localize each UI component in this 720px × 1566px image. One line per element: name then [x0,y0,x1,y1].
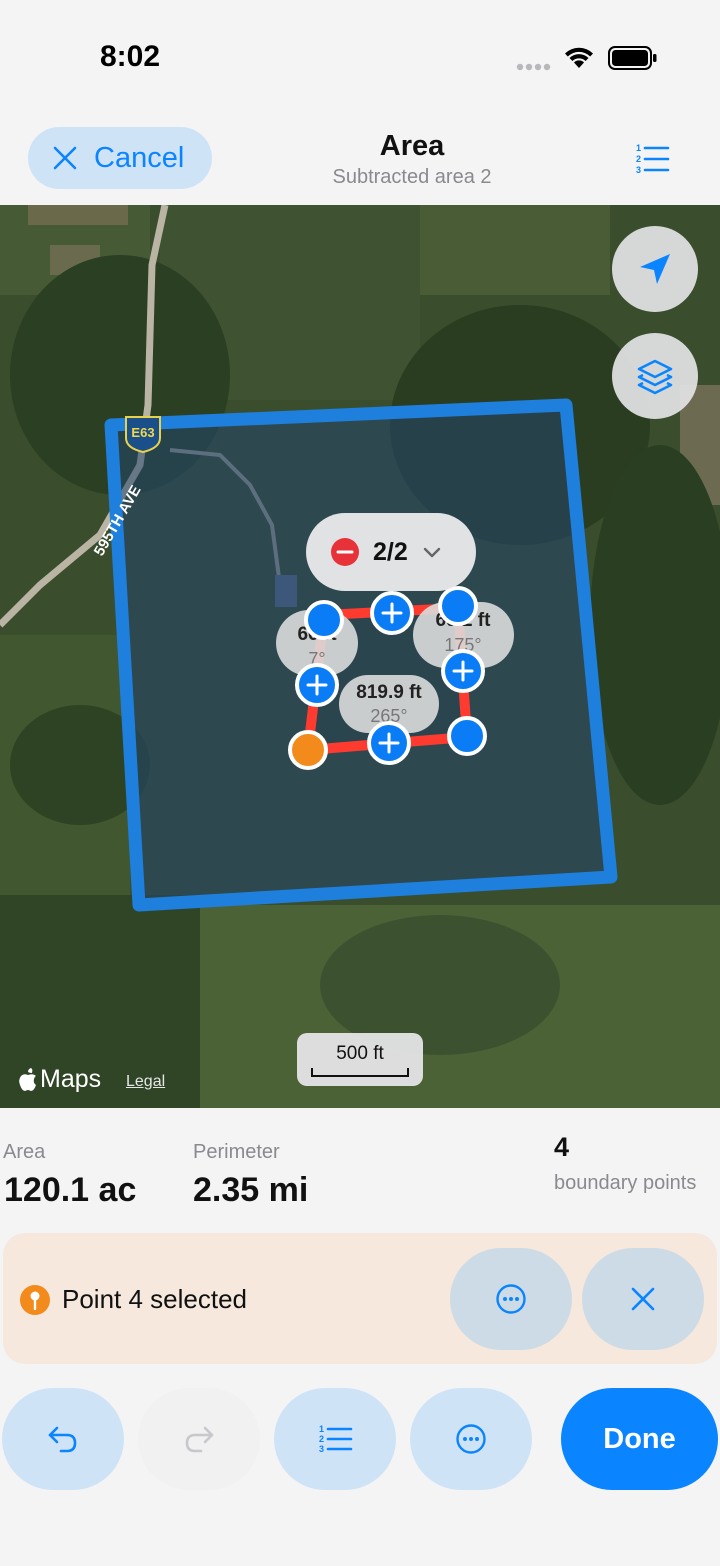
selection-banner: Point 4 selected [3,1233,717,1364]
layers-icon [637,359,673,395]
midpoint-add-handle[interactable] [295,663,339,707]
map-view[interactable]: E63 595TH AVE 66 ft 7° 69 2 ft 175° 819.… [0,205,720,1108]
undo-button[interactable] [2,1388,124,1490]
wifi-icon [565,47,593,68]
redo-icon [185,1426,214,1453]
svg-text:1: 1 [319,1424,324,1434]
perimeter-value: 2.35 mi [193,1171,309,1209]
locate-button[interactable] [612,226,698,312]
svg-text:3: 3 [319,1444,324,1454]
scale-bar [311,1068,409,1077]
signal-icon [516,63,551,71]
vertex-3[interactable] [447,716,487,756]
scale-label: 500 ft [336,1043,384,1064]
numbered-list-icon[interactable]: 1 2 3 [630,142,672,176]
location-arrow-icon [640,254,670,284]
legal-link[interactable]: Legal [126,1073,165,1091]
navigation-bar: Cancel Area Subtracted area 2 1 2 3 [0,110,720,205]
shape-selector[interactable]: 2/2 [306,513,476,591]
area-label: Area [3,1141,46,1163]
boundary-points-label: boundary points [554,1172,697,1194]
vertex-2[interactable] [438,586,478,626]
svg-text:3: 3 [636,165,641,175]
area-value: 120.1 ac [4,1171,137,1209]
remove-icon[interactable] [331,538,359,566]
selection-text: Point 4 selected [62,1284,248,1314]
more-options-button[interactable] [410,1388,532,1490]
more-icon [456,1424,486,1454]
maps-label: Maps [40,1065,102,1093]
midpoint-add-handle[interactable] [370,591,414,635]
numbered-list-icon: 1 2 3 [319,1424,353,1454]
more-icon [496,1284,526,1314]
midpoint-add-handle[interactable] [367,721,411,765]
svg-text:2: 2 [636,154,641,164]
battery-icon [608,46,657,70]
perimeter-label: Perimeter [193,1141,280,1163]
done-button[interactable]: Done [561,1388,718,1490]
vertex-4-selected[interactable] [288,730,328,770]
map-layers-button[interactable] [612,333,698,419]
status-time: 8:02 [100,40,161,73]
shape-count: 2/2 [373,537,408,566]
undo-icon [48,1426,77,1453]
boundary-points-count: 4 [554,1132,570,1162]
page-title: Area [379,130,445,162]
page-subtitle: Subtracted area 2 [332,166,492,188]
redo-button[interactable] [138,1388,260,1490]
area-stats: Area 120.1 ac Perimeter 2.35 mi 4 bounda… [0,1108,720,1228]
svg-text:1: 1 [636,143,641,153]
points-list-button[interactable]: 1 2 3 [274,1388,396,1490]
apple-logo-icon [19,1067,36,1091]
status-bar: 8:02 [0,0,720,110]
deselect-button[interactable] [582,1248,704,1350]
maps-attribution: Maps [18,1065,101,1094]
edit-handles [288,586,487,770]
map-scale: 500 ft [297,1033,423,1086]
svg-text:2: 2 [319,1434,324,1444]
app-screen: 8:02 Cancel Area Subtracted area 2 1 2 3… [0,0,720,1566]
midpoint-add-handle[interactable] [441,649,485,693]
close-icon [631,1287,655,1311]
chevron-down-icon [423,547,440,558]
vertex-1[interactable] [304,600,344,640]
pin-icon [20,1285,50,1315]
point-options-button[interactable] [450,1248,572,1350]
